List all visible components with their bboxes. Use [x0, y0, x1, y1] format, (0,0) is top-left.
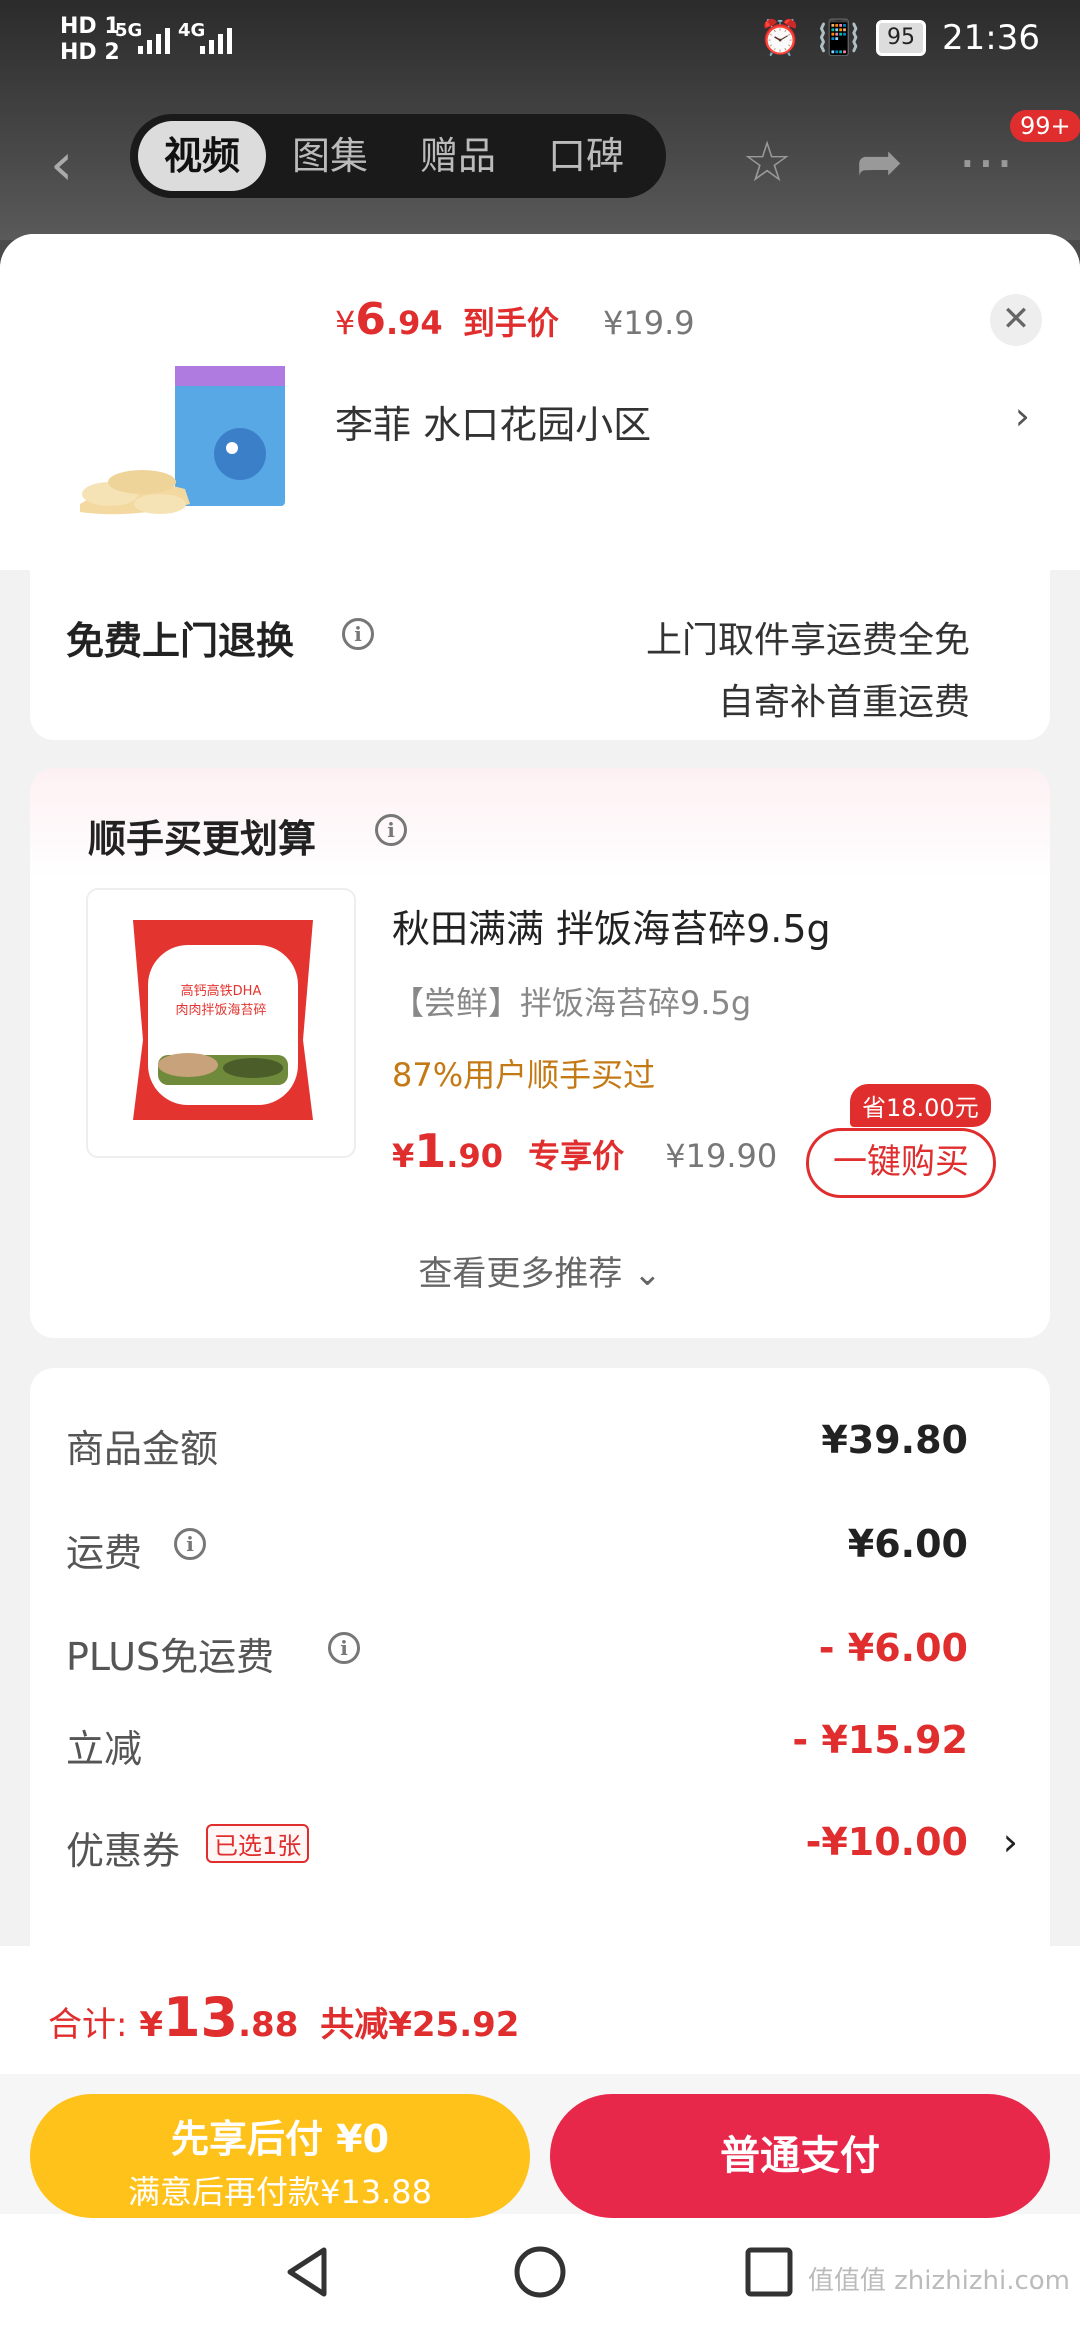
- summary-row-shipping: 运费 i ¥6.00: [66, 1522, 968, 1582]
- save-badge: 省18.00元: [850, 1084, 991, 1127]
- return-details: 上门取件享运费全免 自寄补首重运费: [646, 610, 970, 734]
- more-recommend-label: 查看更多推荐: [418, 1254, 623, 1294]
- summary-value: ¥6.00: [847, 1522, 968, 1566]
- quick-buy-button[interactable]: 一键购买: [806, 1128, 996, 1198]
- total-symbol: ¥: [139, 2005, 163, 2045]
- price-dec: .94: [385, 304, 443, 342]
- recommend-popularity: 87%用户顺手买过: [392, 1056, 656, 1094]
- recommend-product-tag: 【尝鲜】拌饭海苔碎9.5g: [392, 984, 752, 1022]
- nav-home-icon[interactable]: [512, 2244, 568, 2300]
- status-bar: HD 1 HD 2 5G 4G ⏰ 📳 95 21:36: [0, 0, 1080, 80]
- watermark: 值值值 zhizhizhi.com: [807, 2266, 1070, 2296]
- pay-later-button[interactable]: 先享后付 ¥0 满意后再付款¥13.88: [30, 2094, 530, 2218]
- tab-gift[interactable]: 赠品: [394, 121, 522, 191]
- price-symbol: ¥: [335, 304, 356, 342]
- product-image: [80, 366, 285, 515]
- tab-gallery[interactable]: 图集: [266, 121, 394, 191]
- recommend-product-name[interactable]: 秋田满满 拌饭海苔碎9.5g: [392, 898, 831, 953]
- more-recommend-link[interactable]: 查看更多推荐 ⌄: [30, 1246, 1050, 1295]
- recommend-price-symbol: ¥: [392, 1137, 415, 1175]
- chevron-right-icon[interactable]: ›: [1015, 394, 1030, 438]
- package-text-2: 肉肉拌饭海苔碎: [175, 1003, 266, 1018]
- summary-label: 运费: [66, 1531, 143, 1575]
- pay-later-title: 先享后付 ¥0: [170, 2117, 390, 2161]
- battery-icon: 95: [876, 20, 927, 56]
- coupon-selected-tag: 已选1张: [206, 1824, 310, 1863]
- return-policy-card: 免费上门退换 i 上门取件享运费全免 自寄补首重运费: [30, 570, 1050, 740]
- info-icon[interactable]: i: [328, 1632, 360, 1664]
- signal-icon: [138, 24, 170, 54]
- close-icon[interactable]: ✕: [990, 294, 1042, 346]
- total-label: 合计:: [48, 2005, 128, 2045]
- summary-label: PLUS免运费: [66, 1635, 275, 1679]
- share-icon[interactable]: ➦: [856, 130, 903, 195]
- more-icon[interactable]: ⋯: [958, 130, 1014, 195]
- package-text-1: 高钙高铁DHA: [181, 983, 262, 999]
- summary-label: 立减: [66, 1727, 143, 1771]
- pay-later-subtitle: 满意后再付款¥13.88: [128, 2173, 432, 2211]
- price-label: 到手价: [462, 304, 559, 342]
- info-icon[interactable]: i: [342, 618, 374, 650]
- nav-recents-icon[interactable]: [744, 2244, 794, 2300]
- summary-label: 商品金额: [66, 1427, 219, 1471]
- chevron-down-icon: ⌄: [633, 1254, 662, 1294]
- recommend-product-image[interactable]: 高钙高铁DHA 肉肉拌饭海苔碎: [86, 888, 356, 1158]
- summary-value: -¥10.00: [805, 1820, 968, 1864]
- hd2-label: HD 2: [60, 40, 120, 65]
- summary-row-discount: 立减 - ¥15.92: [66, 1718, 968, 1778]
- return-line1: 上门取件享运费全免: [645, 620, 970, 661]
- total-int: 13: [162, 1986, 239, 2049]
- tab-video[interactable]: 视频: [138, 121, 267, 191]
- message-badge: 99+: [1010, 110, 1080, 142]
- summary-row-coupon[interactable]: 优惠券 已选1张 -¥10.00 ›: [66, 1820, 1018, 1880]
- final-price: ¥6.94 到手价 ¥19.9: [335, 294, 695, 345]
- product-nav-bar: ‹ 视频 图集 赠品 口碑 ☆ ➦ ⋯ 99+: [0, 110, 1080, 200]
- chevron-right-icon[interactable]: ›: [1003, 1820, 1018, 1864]
- summary-label: 优惠券: [66, 1829, 181, 1873]
- star-icon[interactable]: ☆: [742, 130, 792, 195]
- summary-row-goods: 商品金额 ¥39.80: [66, 1418, 968, 1478]
- return-title: 免费上门退换: [66, 619, 295, 663]
- total-amount: 合计: ¥13.88 共减¥25.92: [48, 1986, 519, 2049]
- delivery-address[interactable]: 李菲 水口花园小区: [335, 394, 651, 449]
- return-line2: 自寄补首重运费: [717, 682, 970, 723]
- clock: 21:36: [942, 18, 1040, 58]
- hd1-label: HD 1: [60, 14, 120, 39]
- signal-icon-2: [200, 24, 232, 54]
- normal-pay-button[interactable]: 普通支付: [550, 2094, 1050, 2218]
- summary-value: - ¥6.00: [818, 1626, 968, 1670]
- price-int: 6: [355, 294, 386, 345]
- alarm-icon: ⏰: [759, 18, 802, 58]
- sheet-header: ¥6.94 到手价 ¥19.9 李菲 水口花园小区 › ✕: [0, 234, 1080, 570]
- total-saved: 共减¥25.92: [320, 2005, 520, 2045]
- original-price: ¥19.9: [603, 304, 695, 342]
- recommend-card: 顺手买更划算 i 高钙高铁DHA 肉肉拌饭海苔碎 秋田满满 拌饭海苔碎9.5g …: [30, 768, 1050, 1338]
- media-tabs: 视频 图集 赠品 口碑: [130, 114, 666, 198]
- recommend-title: 顺手买更划算: [88, 817, 317, 861]
- summary-value: - ¥15.92: [792, 1718, 968, 1762]
- recommend-original-price: ¥19.90: [665, 1137, 778, 1175]
- vibrate-icon: 📳: [817, 18, 861, 58]
- recommend-price-label: 专享价: [528, 1137, 625, 1175]
- recommend-price-dec: .90: [446, 1137, 503, 1175]
- nav-back-icon[interactable]: [282, 2244, 332, 2300]
- summary-value: ¥39.80: [821, 1418, 968, 1462]
- info-icon[interactable]: i: [174, 1528, 206, 1560]
- tab-reviews[interactable]: 口碑: [522, 121, 650, 191]
- summary-row-plus: PLUS免运费 i - ¥6.00: [66, 1626, 968, 1686]
- recommend-price: ¥1.90 专享价 ¥19.90: [392, 1124, 777, 1178]
- price-summary-card: 商品金额 ¥39.80 运费 i ¥6.00 PLUS免运费 i - ¥6.00: [30, 1368, 1050, 1728]
- status-right: ⏰ 📳 95 21:36: [759, 18, 1040, 58]
- info-icon[interactable]: i: [375, 814, 407, 846]
- sim-indicators: HD 1 HD 2: [60, 14, 120, 66]
- recommend-price-int: 1: [414, 1124, 447, 1178]
- back-arrow-icon[interactable]: ‹: [50, 130, 73, 198]
- total-dec: .88: [238, 2005, 299, 2045]
